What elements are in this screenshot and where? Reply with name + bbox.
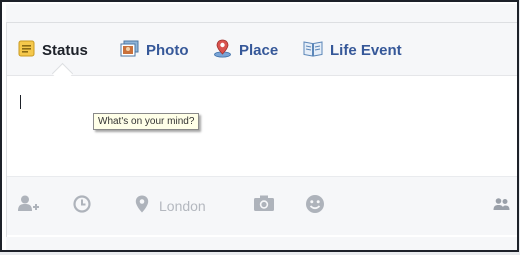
audience-selector[interactable] (493, 196, 511, 216)
place-pin-icon (213, 39, 232, 62)
smiley-icon (305, 194, 325, 219)
tab-life-event[interactable]: Life Event (303, 40, 402, 60)
tag-people-icon (18, 194, 40, 219)
add-photo-button[interactable] (253, 195, 275, 217)
location-pin-icon (135, 195, 149, 218)
top-strip (6, 4, 517, 23)
location-button[interactable]: London (135, 195, 206, 218)
composer-tabs: Status Photo Place Life Event (7, 23, 517, 85)
add-date-button[interactable] (73, 194, 91, 218)
composer-actions-bar: London (7, 176, 517, 235)
tab-photo-label: Photo (146, 41, 189, 59)
tab-photo[interactable]: Photo (120, 40, 189, 60)
tab-place-label: Place (239, 41, 279, 59)
composer-panel: Status Photo Place Life Event What's on … (0, 0, 519, 252)
status-note-icon (18, 40, 35, 61)
location-value: London (159, 198, 206, 214)
tab-life-event-label: Life Event (330, 41, 402, 59)
tag-people-button[interactable] (18, 194, 40, 219)
feeling-button[interactable] (305, 194, 325, 219)
window-frame: Status Photo Place Life Event What's on … (0, 0, 520, 255)
life-event-book-icon (303, 40, 323, 61)
status-composer: Status Photo Place Life Event What's on … (6, 22, 517, 238)
tab-status[interactable]: Status (18, 40, 88, 60)
tab-status-label: Status (42, 41, 88, 59)
bottom-strip (6, 237, 517, 250)
status-text-input[interactable]: What's on your mind? (7, 76, 517, 176)
clock-icon (73, 194, 91, 218)
photo-icon (120, 40, 139, 61)
placeholder-tooltip: What's on your mind? (93, 113, 200, 130)
audience-friends-icon (493, 197, 511, 216)
text-caret (20, 95, 21, 109)
tab-place[interactable]: Place (213, 39, 279, 62)
camera-icon (253, 195, 275, 217)
